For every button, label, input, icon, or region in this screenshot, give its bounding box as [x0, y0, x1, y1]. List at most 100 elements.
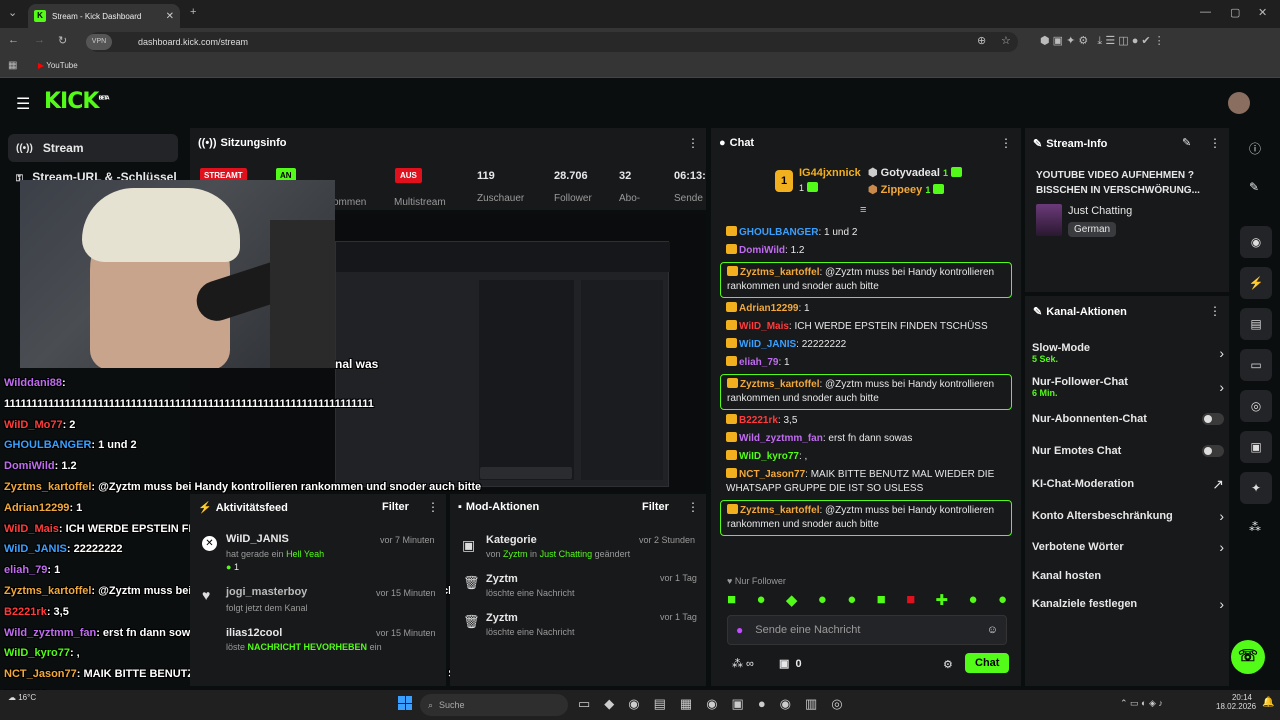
- kick-logo[interactable]: KICKBETA: [44, 89, 110, 114]
- chat-message[interactable]: Zyztms_kartoffel: @Zyztm muss bei Handy …: [720, 374, 1012, 410]
- external-link-icon[interactable]: ↗: [1212, 476, 1224, 493]
- tab-list-icon[interactable]: ⌄: [8, 6, 17, 19]
- chat-username[interactable]: DomiWild: [739, 245, 785, 256]
- chat-message[interactable]: B2221rk: 3,5: [726, 414, 1006, 428]
- activity-user[interactable]: jogi_masterboy: [226, 586, 307, 598]
- vpn-badge[interactable]: VPN: [86, 34, 112, 50]
- chat-icon[interactable]: ▭: [1240, 349, 1272, 381]
- chat-username[interactable]: WiID_JANIS: [739, 339, 796, 350]
- info-icon[interactable]: ⓘ: [1249, 140, 1261, 157]
- toggle-switch[interactable]: [1202, 445, 1224, 457]
- send-chat-button[interactable]: Chat: [965, 653, 1010, 673]
- activity-user[interactable]: WiID_JANIS: [226, 533, 289, 545]
- chat-settings-icon[interactable]: ⚙: [943, 658, 953, 671]
- chat-message[interactable]: NCT_Jason77: MAIK BITTE BENUTZ MAL WIEDE…: [726, 468, 1006, 496]
- minimize-icon[interactable]: —: [1200, 6, 1211, 18]
- tools-icon[interactable]: ✦: [1240, 472, 1272, 504]
- chat-username[interactable]: Zyztms_kartoffel: [740, 267, 819, 278]
- activity-user[interactable]: ilias12cool: [226, 627, 282, 639]
- emote-icon[interactable]: ●: [969, 591, 978, 611]
- points-icon[interactable]: ⁂ ∞: [732, 657, 754, 670]
- emote-icon[interactable]: ■: [906, 591, 915, 611]
- chat-message[interactable]: Zyztms_kartoffel: @Zyztm muss bei Handy …: [720, 500, 1012, 536]
- new-tab-icon[interactable]: +: [190, 6, 196, 18]
- chevron-right-icon[interactable]: ›: [1219, 508, 1224, 524]
- chat-message[interactable]: WiID_Mais: ICH WERDE EPSTEIN FINDEN TSCH…: [726, 320, 1006, 334]
- chat-username[interactable]: Wild_zyztmm_fan: [739, 433, 823, 444]
- channel-points[interactable]: ▣ 0: [779, 657, 802, 670]
- chevron-right-icon[interactable]: ›: [1219, 345, 1224, 361]
- channel-action-item[interactable]: Kanalziele festlegen ›: [1032, 590, 1224, 618]
- mod-menu-icon[interactable]: ⋮: [687, 500, 699, 514]
- taskbar-search[interactable]: ⌕ Suche: [420, 694, 568, 716]
- chat-username[interactable]: Zyztms_kartoffel: [740, 379, 819, 390]
- extensions-icon[interactable]: ⬢ ▣ ✦ ⚙ ⤓ ☰ ◫ ● ✔ ⋮: [1040, 34, 1165, 48]
- session-menu-icon[interactable]: ⋮: [687, 136, 699, 150]
- browser-tab[interactable]: K Stream - Kick Dashboard ✕: [28, 4, 180, 28]
- emoji-icon[interactable]: ☺: [987, 624, 998, 636]
- bookmark-star-icon[interactable]: ☆: [1001, 34, 1011, 47]
- channel-action-item[interactable]: Verbotene Wörter ›: [1032, 532, 1224, 562]
- emote-icon[interactable]: ◆: [786, 591, 798, 611]
- activity-menu-icon[interactable]: ⋮: [427, 500, 439, 514]
- broadcast-icon[interactable]: ◎: [1240, 390, 1272, 422]
- chat-username[interactable]: NCT_Jason77: [739, 469, 805, 480]
- channel-action-item[interactable]: Nur Emotes Chat: [1032, 434, 1224, 468]
- pencil-icon[interactable]: ✎: [1249, 180, 1259, 194]
- emote-icon[interactable]: ●: [998, 591, 1007, 611]
- channel-action-item[interactable]: Slow-Mode 5 Sek. ›: [1032, 336, 1224, 370]
- gifter-name[interactable]: ⬢ Zippeey 1: [868, 183, 946, 196]
- share-icon[interactable]: ⁂: [1249, 520, 1261, 534]
- menu-icon[interactable]: ☰: [16, 94, 30, 114]
- multistream-badge[interactable]: AUS: [395, 168, 422, 183]
- emote-icon[interactable]: ✚: [936, 591, 949, 611]
- chat-username[interactable]: eliah_79: [739, 357, 778, 368]
- collapse-icon[interactable]: ≡: [860, 204, 866, 216]
- support-icon[interactable]: ☏: [1231, 640, 1265, 674]
- emote-icon[interactable]: ■: [877, 591, 886, 611]
- chat-username[interactable]: WiID_kyro77: [739, 451, 799, 462]
- edit-icon[interactable]: ✎: [1182, 136, 1191, 149]
- reload-icon[interactable]: ↻: [58, 34, 67, 47]
- chat-username[interactable]: Adrian12299: [739, 303, 798, 314]
- chat-username[interactable]: Zyztms_kartoffel: [740, 505, 819, 516]
- lightning-icon[interactable]: ⚡: [1240, 267, 1272, 299]
- chat-username[interactable]: B2221rk: [739, 415, 778, 426]
- chat-message[interactable]: WiID_kyro77: ,: [726, 450, 1006, 464]
- emote-icon[interactable]: ●: [756, 591, 765, 611]
- emote-icon[interactable]: ■: [727, 591, 736, 611]
- chat-username[interactable]: WiID_Mais: [739, 321, 789, 332]
- close-window-icon[interactable]: ✕: [1258, 6, 1267, 19]
- gifter-name[interactable]: ⬢ Gotyvadeal 1: [868, 166, 964, 179]
- channel-action-item[interactable]: Kanal hosten: [1032, 562, 1224, 590]
- microphone-icon[interactable]: ●: [736, 623, 743, 637]
- layout-icon[interactable]: ▣: [1240, 431, 1272, 463]
- channel-actions-menu-icon[interactable]: ⋮: [1209, 304, 1221, 318]
- channel-action-item[interactable]: KI-Chat-Moderation ↗: [1032, 468, 1224, 500]
- emote-icon[interactable]: ●: [818, 591, 827, 611]
- zoom-icon[interactable]: ⊕: [977, 34, 986, 47]
- channel-action-item[interactable]: Konto Altersbeschränkung ›: [1032, 500, 1224, 532]
- chevron-right-icon[interactable]: ›: [1219, 596, 1224, 612]
- stream-category[interactable]: Just Chatting: [1068, 205, 1132, 217]
- taskbar-clock[interactable]: 20:14 18.02.2026: [1216, 693, 1256, 711]
- emote-icon[interactable]: ●: [847, 591, 856, 611]
- apps-grid-icon[interactable]: ▦: [8, 60, 17, 71]
- mod-filter-button[interactable]: Filter: [642, 501, 669, 513]
- chat-message[interactable]: eliah_79: 1: [726, 356, 1006, 370]
- camera-icon[interactable]: ◉: [1240, 226, 1272, 258]
- chevron-right-icon[interactable]: ›: [1219, 379, 1224, 395]
- top-gifter-name[interactable]: IG44jxnnick: [799, 167, 861, 179]
- chat-message[interactable]: GHOULBANGER: 1 und 2: [726, 226, 1006, 240]
- chevron-right-icon[interactable]: ›: [1219, 539, 1224, 555]
- chat-message[interactable]: Wild_zyztmm_fan: erst fn dann sowas: [726, 432, 1006, 446]
- avatar[interactable]: [1228, 92, 1250, 114]
- activity-filter-button[interactable]: Filter: [382, 501, 409, 513]
- weather-widget[interactable]: ☁ 16°C: [8, 693, 36, 702]
- toggle-switch[interactable]: [1202, 413, 1224, 425]
- chat-message[interactable]: Adrian12299: 1: [726, 302, 1006, 316]
- channel-action-item[interactable]: Nur-Abonnenten-Chat: [1032, 404, 1224, 434]
- url-field[interactable]: dashboard.kick.com/stream: [88, 32, 1018, 52]
- stream-info-menu-icon[interactable]: ⋮: [1209, 136, 1221, 150]
- chat-message[interactable]: Zyztms_kartoffel: @Zyztm muss bei Handy …: [720, 262, 1012, 298]
